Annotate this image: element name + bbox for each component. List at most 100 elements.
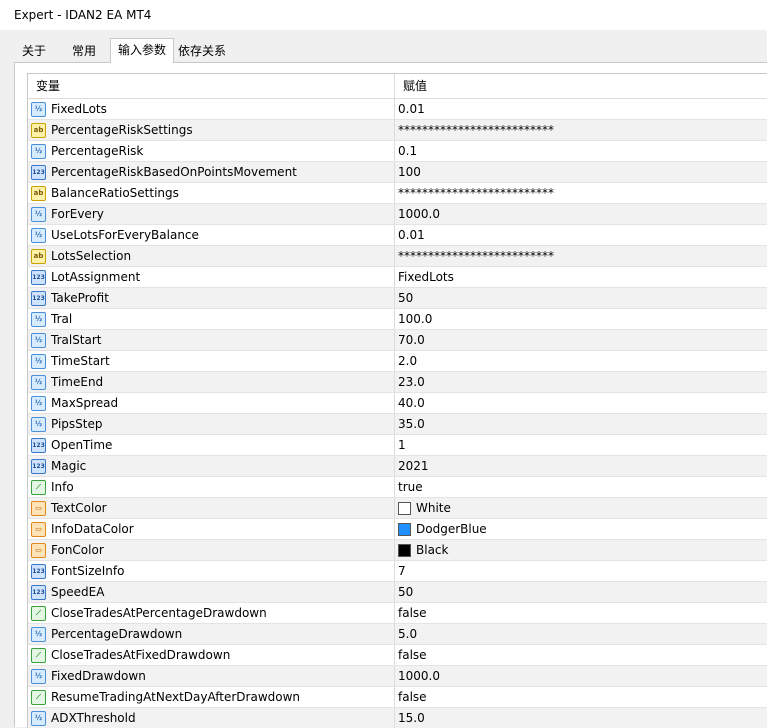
variable-name: FixedDrawdown	[51, 669, 146, 683]
value-cell[interactable]: 1000.0	[395, 666, 767, 686]
table-row[interactable]: ½ PercentageDrawdown 5.0	[28, 624, 767, 645]
value-cell[interactable]: 100.0	[395, 309, 767, 329]
variable-cell[interactable]: ⟋ Info	[28, 477, 395, 497]
value-cell[interactable]: 1000.0	[395, 204, 767, 224]
table-row[interactable]: 123 LotAssignment FixedLots	[28, 267, 767, 288]
variable-name: PercentageRiskBasedOnPointsMovement	[51, 165, 297, 179]
table-row[interactable]: ab PercentageRiskSettings ****************…	[28, 120, 767, 141]
table-row[interactable]: ▭ InfoDataColor DodgerBlue	[28, 519, 767, 540]
variable-cell[interactable]: ab LotsSelection	[28, 246, 395, 266]
variable-cell[interactable]: ab BalanceRatioSettings	[28, 183, 395, 203]
value-cell[interactable]: 1	[395, 435, 767, 455]
table-row[interactable]: 123 PercentageRiskBasedOnPointsMovement 10…	[28, 162, 767, 183]
value-cell[interactable]: **************************	[395, 246, 767, 266]
value-cell[interactable]: 0.01	[395, 99, 767, 119]
header-value[interactable]: 赋值	[395, 74, 767, 98]
variable-cell[interactable]: ⟋ CloseTradesAtPercentageDrawdown	[28, 603, 395, 623]
variable-cell[interactable]: 123 TakeProfit	[28, 288, 395, 308]
table-row[interactable]: ⟋ CloseTradesAtPercentageDrawdown false	[28, 603, 767, 624]
value-cell[interactable]: 2021	[395, 456, 767, 476]
table-row[interactable]: ½ ForEvery 1000.0	[28, 204, 767, 225]
value-cell[interactable]: false	[395, 603, 767, 623]
value-cell[interactable]: Black	[395, 540, 767, 560]
variable-cell[interactable]: ab PercentageRiskSettings	[28, 120, 395, 140]
table-row[interactable]: 123 Magic 2021	[28, 456, 767, 477]
variable-cell[interactable]: ½ ForEvery	[28, 204, 395, 224]
table-row[interactable]: 123 TakeProfit 50	[28, 288, 767, 309]
table-row[interactable]: ½ MaxSpread 40.0	[28, 393, 767, 414]
variable-cell[interactable]: ½ FixedLots	[28, 99, 395, 119]
value-cell[interactable]: 50	[395, 582, 767, 602]
table-row[interactable]: 123 SpeedEA 50	[28, 582, 767, 603]
variable-cell[interactable]: ▭ InfoDataColor	[28, 519, 395, 539]
table-row[interactable]: ab LotsSelection *************************…	[28, 246, 767, 267]
value-cell[interactable]: 7	[395, 561, 767, 581]
table-row[interactable]: ½ UseLotsForEveryBalance 0.01	[28, 225, 767, 246]
value-cell[interactable]: DodgerBlue	[395, 519, 767, 539]
header-variable[interactable]: 变量	[28, 74, 395, 98]
table-row[interactable]: ⟋ Info true	[28, 477, 767, 498]
value-cell[interactable]: **************************	[395, 183, 767, 203]
value-cell[interactable]: false	[395, 687, 767, 707]
variable-cell[interactable]: ½ UseLotsForEveryBalance	[28, 225, 395, 245]
table-row[interactable]: 123 OpenTime 1	[28, 435, 767, 456]
tab-inputs[interactable]: 输入参数	[110, 38, 174, 63]
table-row[interactable]: 123 FontSizeInfo 7	[28, 561, 767, 582]
variable-cell[interactable]: 123 LotAssignment	[28, 267, 395, 287]
variable-cell[interactable]: ⟋ ResumeTradingAtNextDayAfterDrawdown	[28, 687, 395, 707]
value-cell[interactable]: FixedLots	[395, 267, 767, 287]
value-cell[interactable]: 0.01	[395, 225, 767, 245]
table-row[interactable]: ⟋ CloseTradesAtFixedDrawdown false	[28, 645, 767, 666]
variable-cell[interactable]: 123 SpeedEA	[28, 582, 395, 602]
value-cell[interactable]: true	[395, 477, 767, 497]
table-row[interactable]: ½ Tral 100.0	[28, 309, 767, 330]
variable-cell[interactable]: ½ Tral	[28, 309, 395, 329]
tab-dependencies[interactable]: 依存关系	[174, 40, 230, 62]
value-cell[interactable]: 15.0	[395, 708, 767, 728]
table-row[interactable]: ½ FixedLots 0.01	[28, 99, 767, 120]
table-row[interactable]: ⟋ ResumeTradingAtNextDayAfterDrawdown fals…	[28, 687, 767, 708]
value-cell[interactable]: 100	[395, 162, 767, 182]
value-cell[interactable]: false	[395, 645, 767, 665]
table-row[interactable]: ½ TimeEnd 23.0	[28, 372, 767, 393]
table-row[interactable]: ½ TimeStart 2.0	[28, 351, 767, 372]
value-cell[interactable]: 2.0	[395, 351, 767, 371]
table-row[interactable]: ½ PercentageRisk 0.1	[28, 141, 767, 162]
value-cell[interactable]: 23.0	[395, 372, 767, 392]
value-cell[interactable]: 0.1	[395, 141, 767, 161]
variable-cell[interactable]: 123 Magic	[28, 456, 395, 476]
tab-common[interactable]: 常用	[62, 40, 106, 62]
tab-about[interactable]: 关于	[14, 40, 54, 62]
window-titlebar[interactable]: Expert - IDAN2 EA MT4	[0, 0, 767, 30]
variable-cell[interactable]: ½ PercentageRisk	[28, 141, 395, 161]
variable-cell[interactable]: 123 PercentageRiskBasedOnPointsMovement	[28, 162, 395, 182]
variable-cell[interactable]: ½ PipsStep	[28, 414, 395, 434]
color-variable-icon: ▭	[31, 500, 46, 516]
variable-cell[interactable]: ½ FixedDrawdown	[28, 666, 395, 686]
variable-cell[interactable]: ▭ TextColor	[28, 498, 395, 518]
value-cell[interactable]: White	[395, 498, 767, 518]
table-row[interactable]: ½ PipsStep 35.0	[28, 414, 767, 435]
variable-cell[interactable]: ⟋ CloseTradesAtFixedDrawdown	[28, 645, 395, 665]
variable-cell[interactable]: ½ PercentageDrawdown	[28, 624, 395, 644]
variable-cell[interactable]: 123 FontSizeInfo	[28, 561, 395, 581]
table-row[interactable]: ▭ TextColor White	[28, 498, 767, 519]
table-row[interactable]: ▭ FonColor Black	[28, 540, 767, 561]
variable-cell[interactable]: ½ MaxSpread	[28, 393, 395, 413]
value-cell[interactable]: **************************	[395, 120, 767, 140]
table-row[interactable]: ½ TralStart 70.0	[28, 330, 767, 351]
variable-cell[interactable]: ▭ FonColor	[28, 540, 395, 560]
value-cell[interactable]: 70.0	[395, 330, 767, 350]
variable-cell[interactable]: ½ TimeEnd	[28, 372, 395, 392]
variable-cell[interactable]: 123 OpenTime	[28, 435, 395, 455]
table-row[interactable]: ½ FixedDrawdown 1000.0	[28, 666, 767, 687]
value-cell[interactable]: 50	[395, 288, 767, 308]
table-row[interactable]: ½ ADXThreshold 15.0	[28, 708, 767, 728]
value-cell[interactable]: 35.0	[395, 414, 767, 434]
value-cell[interactable]: 5.0	[395, 624, 767, 644]
variable-cell[interactable]: ½ ADXThreshold	[28, 708, 395, 728]
table-row[interactable]: ab BalanceRatioSettings ******************…	[28, 183, 767, 204]
variable-cell[interactable]: ½ TimeStart	[28, 351, 395, 371]
value-cell[interactable]: 40.0	[395, 393, 767, 413]
variable-cell[interactable]: ½ TralStart	[28, 330, 395, 350]
